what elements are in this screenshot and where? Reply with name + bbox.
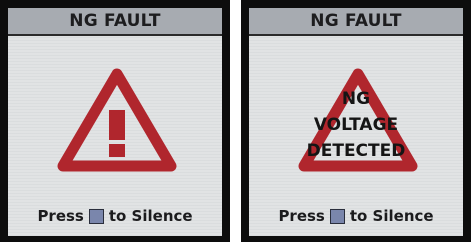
silence-prompt: Press to Silence: [249, 204, 463, 228]
title-bar: NG FAULT: [249, 8, 463, 36]
fault-screen-left: NG FAULT Press to Silence: [0, 0, 230, 242]
lcd-display: NG FAULT Press to Silence: [8, 8, 222, 236]
press-label: Press: [278, 207, 325, 225]
to-silence-label: to Silence: [108, 207, 193, 225]
warning-exclamation-icon: [57, 68, 177, 172]
press-label: Press: [37, 207, 84, 225]
screen-title: NG FAULT: [69, 11, 161, 31]
screen-title: NG FAULT: [310, 11, 402, 31]
message-line-voltage: VOLTAGE: [313, 115, 399, 135]
to-silence-label: to Silence: [349, 207, 434, 225]
silence-key-icon[interactable]: [329, 208, 345, 224]
silence-prompt: Press to Silence: [8, 204, 222, 228]
fault-message: NG VOLTAGE DETECTED: [249, 86, 463, 164]
fault-screen-right: NG FAULT NG VOLTAGE DETECTED Press to Si…: [241, 0, 471, 242]
silence-key-icon[interactable]: [88, 208, 104, 224]
message-line-detected: DETECTED: [306, 141, 406, 161]
message-line-ng: NG: [341, 89, 371, 109]
title-bar: NG FAULT: [8, 8, 222, 36]
lcd-display: NG FAULT NG VOLTAGE DETECTED Press to Si…: [249, 8, 463, 236]
